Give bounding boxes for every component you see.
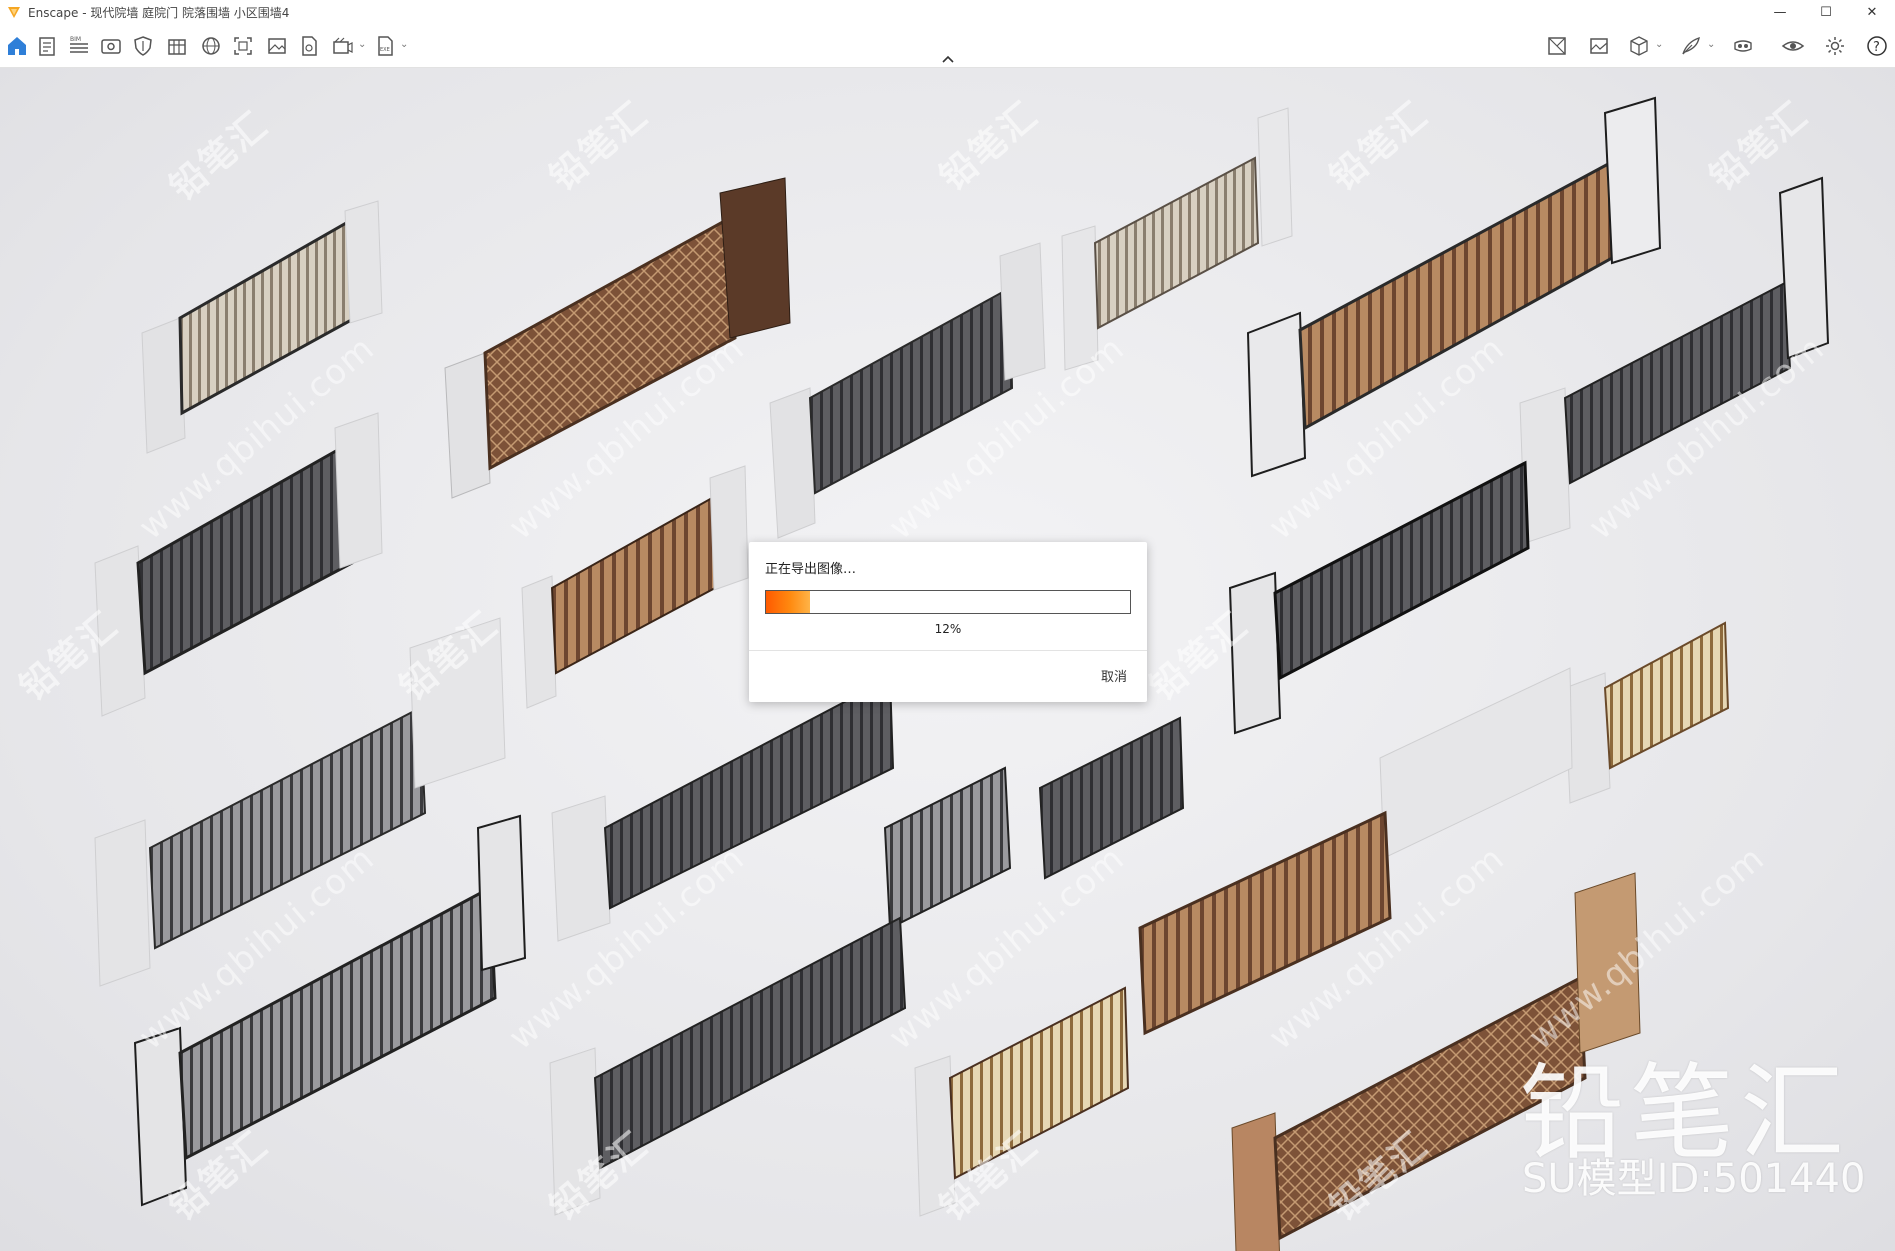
map-icon (1548, 37, 1566, 55)
exe-icon: EXE (378, 36, 393, 56)
batch-render-button[interactable] (264, 33, 290, 59)
picture-icon (1590, 38, 1608, 54)
gallery-button[interactable] (1586, 33, 1612, 59)
progress-fill (766, 591, 810, 613)
atmosphere-button[interactable] (198, 33, 224, 59)
visibility-button[interactable] (1780, 33, 1806, 59)
svg-text:?: ? (1873, 40, 1880, 55)
exe-dropdown-chevron-icon[interactable]: ⌄ (400, 39, 410, 53)
gate-model-9 (1228, 460, 1530, 735)
minimize-button[interactable]: — (1757, 0, 1803, 24)
enscape-window: Enscape - 现代院墙 庭院门 院落围墙 小区围墙4 — ☐ ✕ BIM (0, 0, 1895, 1251)
gate-model-13 (883, 716, 1185, 930)
window-controls: — ☐ ✕ (1757, 0, 1895, 24)
gate-model-3 (769, 242, 1046, 539)
shield-icon (134, 36, 152, 56)
gate-model-2 (444, 177, 791, 499)
gate-model-11 (551, 676, 895, 942)
file-export-icon (302, 36, 317, 56)
maximize-button[interactable]: ☐ (1803, 0, 1849, 24)
title-bar: Enscape - 现代院墙 庭院门 院落围墙 小区围墙4 — ☐ ✕ (0, 0, 1895, 24)
safe-frame-button[interactable] (130, 33, 156, 59)
settings-button[interactable] (1822, 33, 1848, 59)
svg-text:EXE: EXE (380, 47, 390, 53)
cancel-button[interactable]: 取消 (1101, 666, 1127, 685)
image-icon (268, 38, 286, 54)
bim-icon: BIM (70, 36, 88, 53)
export-progress-bar (765, 590, 1131, 614)
globe-icon (202, 37, 220, 55)
close-button[interactable]: ✕ (1849, 0, 1895, 24)
asset-library-button[interactable] (164, 33, 190, 59)
home-icon (8, 37, 26, 55)
material-editor-button[interactable] (1678, 33, 1704, 59)
gate-model-7 (94, 412, 383, 717)
document-icon (39, 37, 55, 56)
visibility-icon (1781, 41, 1805, 51)
objects-dropdown-chevron-icon[interactable]: ⌄ (1655, 39, 1665, 53)
video-dropdown-chevron-icon[interactable]: ⌄ (358, 39, 368, 53)
collapse-toolbar-button[interactable] (938, 52, 958, 66)
dialog-title: 正在导出图像… (765, 562, 857, 577)
help-icon: ? (1867, 36, 1887, 56)
vr-icon (1734, 40, 1752, 52)
screenshot-icon (234, 37, 252, 55)
exe-export-button[interactable]: EXE (372, 33, 398, 59)
chevron-up-icon (942, 55, 954, 63)
gate-model-8 (521, 465, 749, 709)
home-button[interactable] (4, 33, 30, 59)
dialog-divider (749, 650, 1147, 651)
window-title: Enscape - 现代院墙 庭院门 院落围墙 小区围墙4 (28, 5, 290, 20)
screenshot-button[interactable] (230, 33, 256, 59)
eye-icon (101, 39, 121, 54)
feather-icon (1682, 36, 1700, 55)
video-button[interactable] (330, 33, 356, 59)
map-button[interactable] (1544, 33, 1570, 59)
gate-model-1 (141, 200, 383, 454)
objects-button[interactable] (1626, 33, 1652, 59)
video-icon (333, 37, 353, 54)
help-button[interactable]: ? (1864, 33, 1890, 59)
svg-text:BIM: BIM (70, 36, 81, 43)
settings-icon (1826, 37, 1844, 55)
gate-model-15 (549, 916, 907, 1216)
bim-button[interactable]: BIM (66, 33, 92, 59)
gate-model-12 (1379, 621, 1730, 859)
export-file-button[interactable] (296, 33, 322, 59)
enscape-logo-icon (8, 7, 20, 18)
document-button[interactable] (34, 33, 60, 59)
library-icon (168, 39, 186, 55)
vr-button[interactable] (1730, 33, 1756, 59)
view-button[interactable] (98, 33, 124, 59)
material-dropdown-chevron-icon[interactable]: ⌄ (1707, 39, 1717, 53)
export-progress-dialog: 正在导出图像… 12% 取消 (749, 542, 1147, 702)
cube-icon (1630, 36, 1648, 56)
progress-percent: 12% (934, 622, 962, 636)
